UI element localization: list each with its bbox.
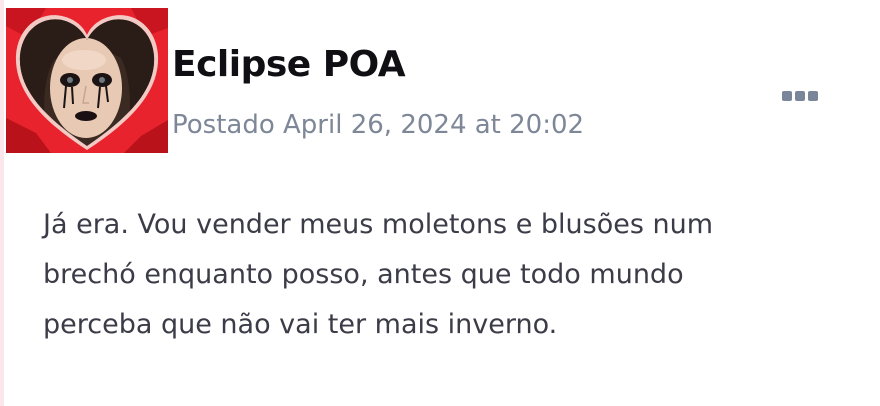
post-body-line: brechó enquanto posso, antes que todo mu… (43, 259, 684, 290)
post-body-line: Já era. Vou vender meus moletons e blusõ… (43, 209, 714, 240)
post-body-line: perceba que não vai ter mais inverno. (43, 309, 558, 340)
forum-post: Eclipse POA Postado April 26, 2024 at 20… (0, 0, 880, 406)
avatar[interactable] (6, 8, 168, 153)
post-body: Já era. Vou vender meus moletons e blusõ… (43, 200, 843, 350)
post-left-accent (0, 0, 4, 406)
avatar-image (6, 8, 168, 153)
author-name[interactable]: Eclipse POA (172, 44, 406, 85)
ellipsis-icon (808, 91, 818, 101)
ellipsis-icon (782, 91, 792, 101)
ellipsis-icon (795, 91, 805, 101)
post-timestamp: Postado April 26, 2024 at 20:02 (172, 110, 585, 140)
more-options-button[interactable] (774, 84, 826, 108)
